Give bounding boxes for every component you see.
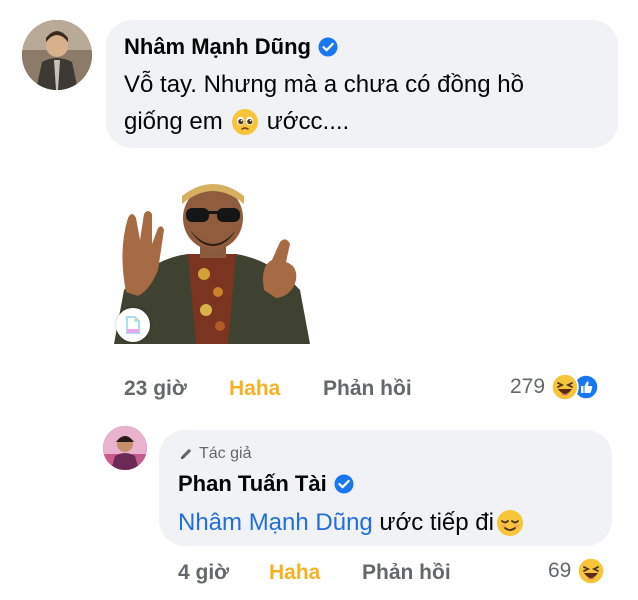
reply-author-name[interactable]: Phan Tuấn Tài — [178, 471, 327, 497]
verified-badge-icon — [334, 474, 354, 494]
reply-author[interactable]: Phan Tuấn Tài — [178, 471, 354, 497]
reply-author-avatar[interactable] — [103, 426, 147, 470]
haha-emoji-icon — [577, 557, 606, 585]
haha-reaction-button[interactable]: Haha — [229, 377, 280, 401]
pencil-icon — [178, 446, 194, 462]
reply-button[interactable]: Phản hồi — [323, 377, 412, 401]
reply-time[interactable]: 4 giờ — [178, 561, 229, 585]
pleading-face-icon — [231, 108, 259, 136]
reaction-summary[interactable]: 279 — [510, 373, 599, 401]
reply-text-body: ước tiếp đi — [372, 509, 494, 536]
comment-time[interactable]: 23 giờ — [124, 377, 187, 401]
comment-text-line1: Vỗ tay. Nhưng mà a chưa có đồng hồ — [124, 71, 524, 98]
haha-emoji-icon — [551, 373, 579, 401]
comment-author[interactable]: Nhâm Mạnh Dũng — [124, 34, 338, 60]
relieved-face-icon — [496, 509, 524, 537]
sticker-badge-icon — [116, 308, 150, 342]
commenter-avatar[interactable] — [22, 20, 92, 90]
reply-text: Nhâm Mạnh Dũng ước tiếp đi — [178, 504, 524, 541]
reply-button[interactable]: Phản hồi — [362, 561, 451, 585]
reaction-summary[interactable]: 69 — [548, 557, 606, 585]
haha-reaction-button[interactable]: Haha — [269, 561, 320, 585]
author-badge-label: Tác giả — [199, 445, 252, 462]
author-badge: Tác giả — [178, 445, 251, 463]
author-name[interactable]: Nhâm Mạnh Dũng — [124, 34, 311, 60]
comment-text: Vỗ tay. Nhưng mà a chưa có đồng hồ giống… — [124, 66, 604, 140]
verified-badge-icon — [318, 37, 338, 57]
reaction-count: 69 — [548, 559, 572, 582]
comment-sticker-image[interactable] — [114, 180, 310, 344]
mention-link[interactable]: Nhâm Mạnh Dũng — [178, 504, 373, 541]
comment-text-line2a: giống em — [124, 108, 223, 135]
comment-text-line2b: ướcc.... — [266, 108, 350, 135]
reaction-count: 279 — [510, 375, 546, 398]
